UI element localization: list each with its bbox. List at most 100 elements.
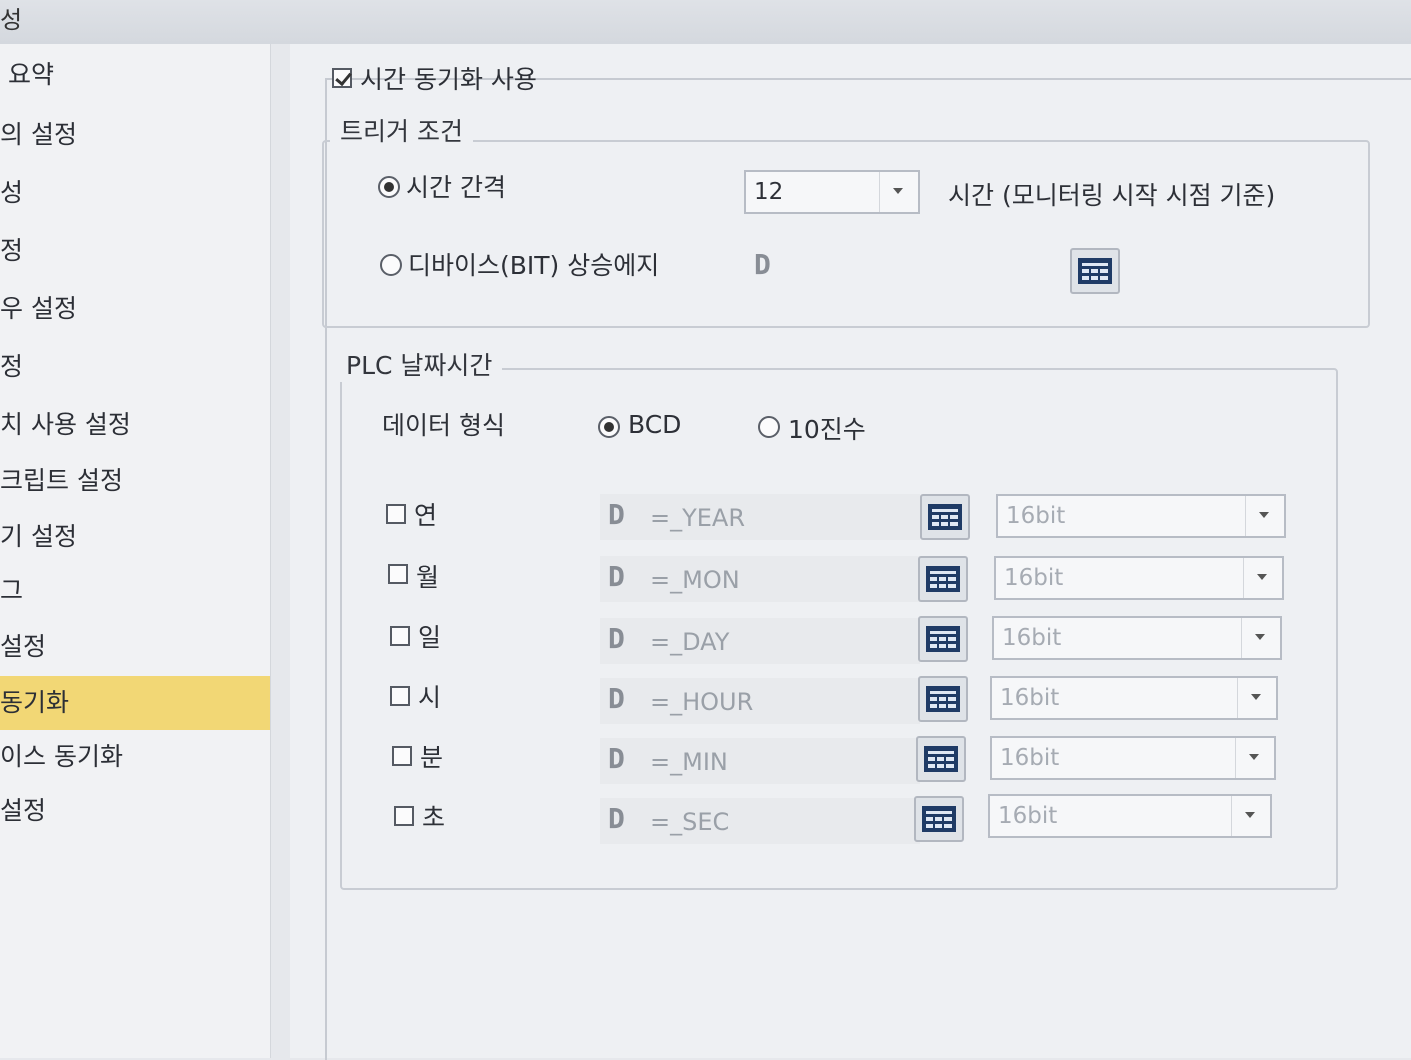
second-size-combo[interactable]: 16bit	[988, 794, 1272, 838]
sidebar-item-9[interactable]: 그	[0, 564, 270, 618]
trigger-legend: 트리거 조건	[330, 112, 473, 148]
minute-label: 분	[420, 743, 444, 772]
sidebar-item-label: 정	[0, 236, 24, 265]
minute-size-combo[interactable]: 16bit	[990, 736, 1276, 780]
year-size-combo[interactable]: 16bit	[996, 494, 1286, 538]
sidebar-item-4[interactable]: 우 설정	[0, 282, 270, 336]
day-label: 일	[418, 623, 442, 652]
interval-combo[interactable]: 12	[744, 170, 920, 214]
minute-checkbox[interactable]	[392, 746, 412, 766]
time-sync-enable-checkbox[interactable]	[332, 68, 352, 88]
hour-device-type: D	[608, 682, 625, 715]
month-device-address: =_MON	[650, 566, 740, 594]
month-size-value: 16bit	[1004, 565, 1064, 591]
sidebar-item-label: 이스 동기화	[0, 742, 123, 771]
interval-unit-label: 시간 (모니터링 시작 시점 기준)	[948, 181, 1276, 210]
day-device-address: =_DAY	[650, 628, 730, 656]
tag-browser-icon[interactable]	[1070, 248, 1120, 294]
window-title: 성	[0, 6, 23, 34]
sidebar-item-2[interactable]: 성	[0, 166, 270, 220]
month-checkbox[interactable]	[388, 564, 408, 584]
chevron-down-icon[interactable]	[1241, 618, 1280, 658]
title-bar: 성	[0, 0, 1411, 44]
chevron-down-icon[interactable]	[1245, 496, 1284, 536]
sidebar-item-label: 설정	[0, 632, 47, 661]
second-device-type: D	[608, 802, 625, 835]
sidebar-item-label: 요약	[8, 60, 55, 89]
month-size-combo[interactable]: 16bit	[994, 556, 1284, 600]
sidebar-item-10[interactable]: 설정	[0, 620, 270, 674]
interval-value: 12	[754, 179, 784, 205]
sidebar-item-device-sync[interactable]: 이스 동기화	[0, 730, 270, 784]
month-label: 월	[416, 563, 440, 592]
sidebar-item-label: 기 설정	[0, 522, 77, 551]
minute-device-type: D	[608, 742, 625, 775]
sidebar-item-7[interactable]: 크립트 설정	[0, 454, 270, 508]
second-label: 초	[422, 803, 446, 832]
sidebar-item-5[interactable]: 정	[0, 340, 270, 394]
hour-size-value: 16bit	[1000, 685, 1060, 711]
time-sync-enable-label: 시간 동기화 사용	[360, 65, 537, 94]
settings-sidebar: 요약 의 설정 성 정 우 설정 정 치 사용 설정 크립트 설정 기 설정 그…	[0, 44, 271, 1058]
sidebar-item-1[interactable]: 의 설정	[0, 108, 270, 162]
second-device-field	[600, 798, 920, 844]
sidebar-item-label: 치 사용 설정	[0, 410, 131, 439]
hour-size-combo[interactable]: 16bit	[990, 676, 1278, 720]
chevron-down-icon[interactable]	[879, 172, 918, 212]
plc-datetime-legend: PLC 날짜시간	[336, 346, 503, 382]
second-device-address: =_SEC	[650, 808, 730, 836]
sidebar-item-summary[interactable]: 요약	[0, 48, 270, 102]
sidebar-item-8[interactable]: 기 설정	[0, 510, 270, 564]
hour-label: 시	[418, 683, 442, 712]
chevron-down-icon[interactable]	[1243, 558, 1282, 598]
sidebar-item-13[interactable]: 설정	[0, 784, 270, 838]
second-size-value: 16bit	[998, 803, 1058, 829]
year-device-field	[600, 494, 920, 540]
hour-checkbox[interactable]	[390, 686, 410, 706]
year-device-type: D	[608, 498, 625, 531]
minute-size-value: 16bit	[1000, 745, 1060, 771]
data-format-label: 데이터 형식	[382, 411, 505, 440]
year-checkbox[interactable]	[386, 504, 406, 524]
tag-browser-icon[interactable]	[920, 494, 970, 540]
device-edge-radio[interactable]	[380, 254, 402, 276]
day-device-field	[600, 618, 920, 664]
hour-device-field	[600, 678, 920, 724]
format-dec-label: 10진수	[788, 415, 866, 444]
format-bcd-radio[interactable]	[598, 416, 620, 438]
year-size-value: 16bit	[1006, 503, 1066, 529]
sidebar-item-label: 동기화	[0, 688, 70, 717]
sidebar-item-3[interactable]: 정	[0, 224, 270, 278]
format-dec-radio[interactable]	[758, 416, 780, 438]
tag-browser-icon[interactable]	[914, 796, 964, 842]
month-device-field	[600, 556, 920, 602]
format-bcd-label: BCD	[628, 410, 682, 439]
chevron-down-icon[interactable]	[1235, 738, 1274, 778]
day-size-value: 16bit	[1002, 625, 1062, 651]
interval-radio[interactable]	[378, 176, 400, 198]
day-checkbox[interactable]	[390, 626, 410, 646]
chevron-down-icon[interactable]	[1231, 796, 1270, 836]
tag-browser-icon[interactable]	[918, 556, 968, 602]
sidebar-item-label: 우 설정	[0, 294, 77, 323]
sidebar-item-label: 성	[0, 178, 24, 207]
sidebar-item-label: 의 설정	[0, 120, 77, 149]
minute-device-address: =_MIN	[650, 748, 728, 776]
sidebar-item-label: 설정	[0, 796, 47, 825]
device-type-d[interactable]: D	[754, 248, 771, 281]
sidebar-item-time-sync[interactable]: 동기화	[0, 676, 270, 730]
second-checkbox[interactable]	[394, 806, 414, 826]
chevron-down-icon[interactable]	[1237, 678, 1276, 718]
day-size-combo[interactable]: 16bit	[992, 616, 1282, 660]
year-device-address: =_YEAR	[650, 504, 746, 532]
minute-device-field	[600, 738, 920, 784]
tag-browser-icon[interactable]	[918, 676, 968, 722]
device-edge-label: 디바이스(BIT) 상승에지	[408, 251, 660, 280]
hour-device-address: =_HOUR	[650, 688, 754, 716]
day-device-type: D	[608, 622, 625, 655]
tag-browser-icon[interactable]	[916, 736, 966, 782]
sidebar-item-label: 크립트 설정	[0, 466, 123, 495]
tag-browser-icon[interactable]	[918, 616, 968, 662]
sidebar-item-6[interactable]: 치 사용 설정	[0, 398, 270, 452]
year-label: 연	[414, 501, 438, 530]
